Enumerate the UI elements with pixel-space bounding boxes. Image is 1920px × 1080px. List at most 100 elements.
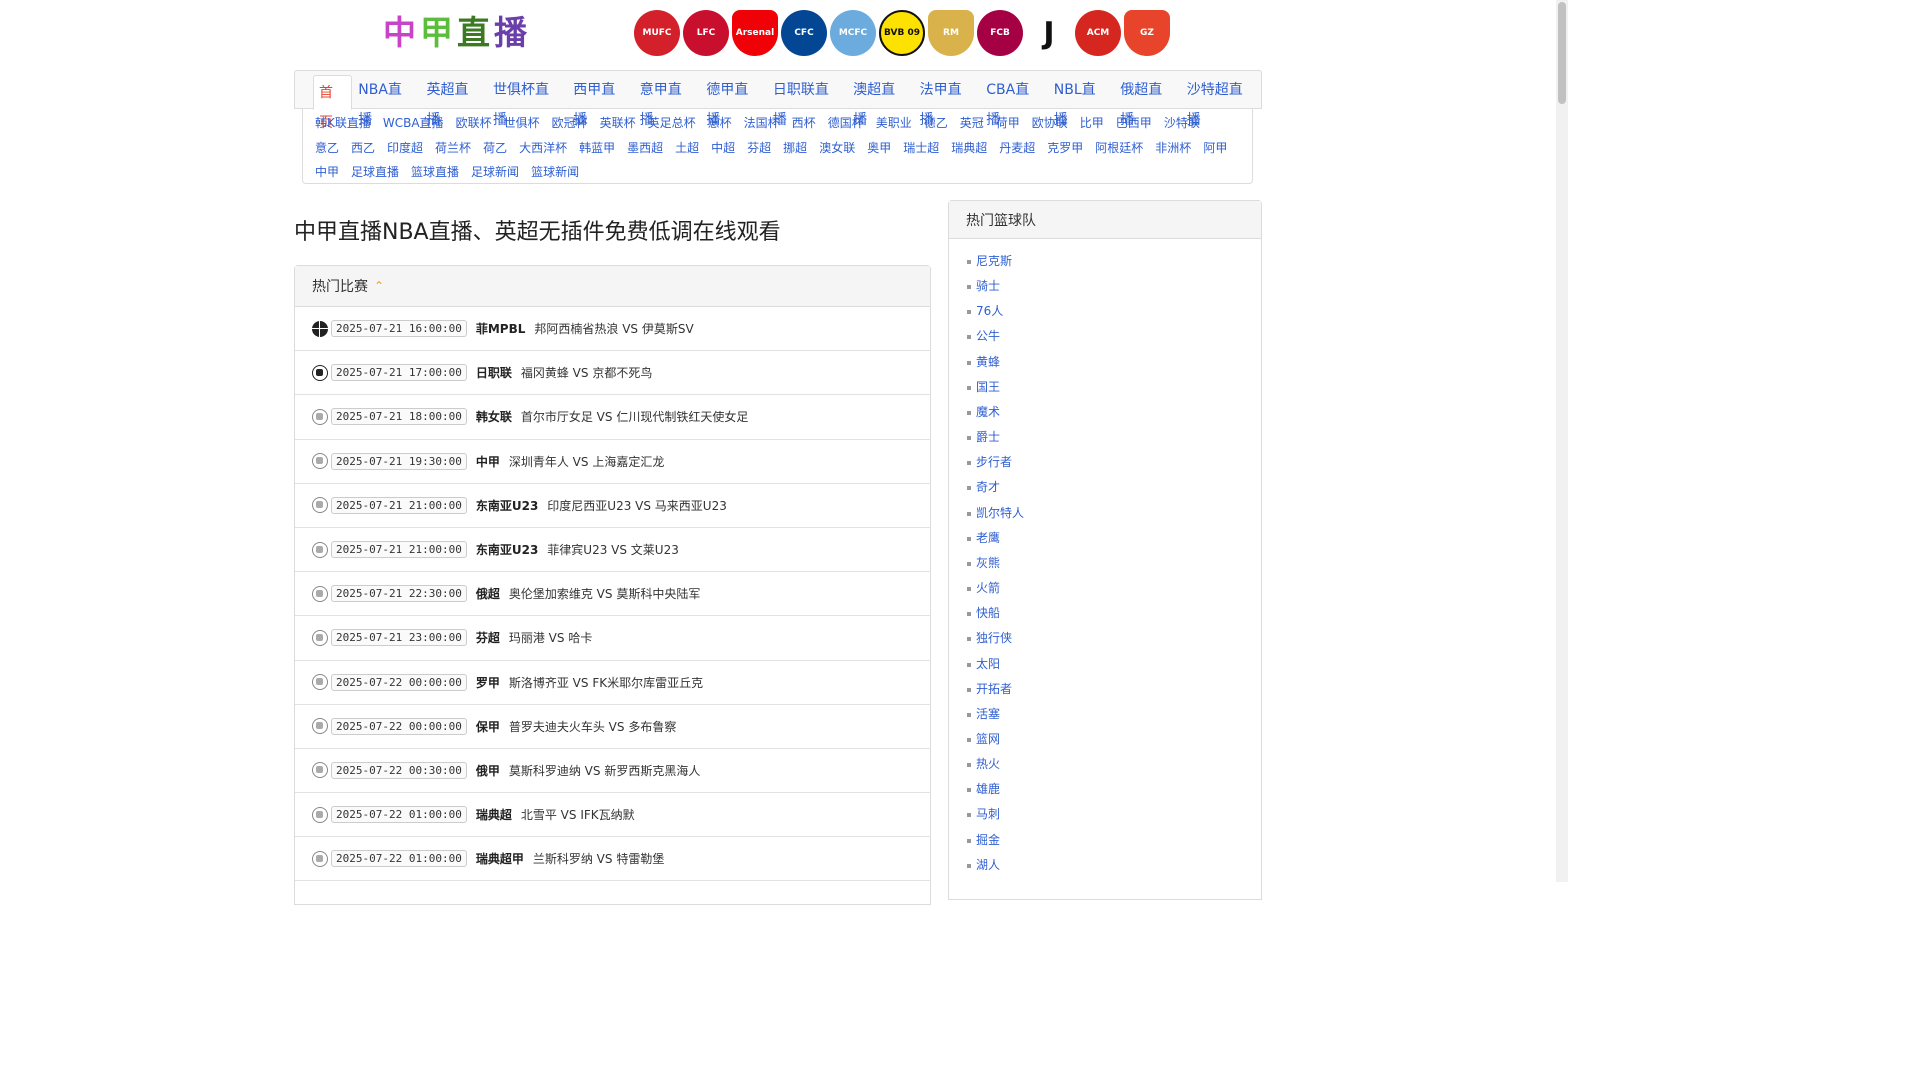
nav-sub-item[interactable]: 美职业 bbox=[876, 111, 912, 136]
nav-main-item[interactable]: 首页 bbox=[313, 75, 353, 131]
match-row[interactable]: 2025-07-22 00:30:00 俄甲 莫斯科罗迪纳 VS 新罗西斯克黑海人 bbox=[295, 749, 930, 794]
nav-main-item[interactable]: 英超直播 bbox=[420, 75, 487, 128]
nav-sub-item[interactable]: 巴西甲 bbox=[1116, 111, 1152, 136]
nav-sub-item[interactable]: 印度超 bbox=[387, 136, 423, 161]
nav-sub-item[interactable]: 土超 bbox=[675, 136, 699, 161]
nav-sub-item[interactable]: 篮球新闻 bbox=[531, 160, 579, 185]
match-teams[interactable]: 兰斯科罗纳 VS 特雷勒堡 bbox=[533, 850, 664, 867]
team-link[interactable]: 湖人 bbox=[967, 853, 1261, 878]
match-league[interactable]: 东南亚U23 bbox=[476, 541, 538, 558]
nav-sub-item[interactable]: 欧联杯 bbox=[456, 111, 492, 136]
match-teams[interactable]: 邦阿西楠省热浪 VS 伊莫斯SV bbox=[534, 320, 693, 337]
match-league[interactable]: 保甲 bbox=[476, 718, 500, 735]
team-link[interactable]: 独行侠 bbox=[967, 626, 1261, 651]
nav-sub-item[interactable]: 德国杯 bbox=[828, 111, 864, 136]
nav-sub-item[interactable]: 世俱杯 bbox=[504, 111, 540, 136]
match-league[interactable]: 俄甲 bbox=[476, 762, 500, 779]
team-link[interactable]: 尼克斯 bbox=[967, 249, 1261, 274]
manchester-city-crest[interactable]: MCFC bbox=[830, 10, 876, 56]
nav-sub-item[interactable]: 墨西超 bbox=[627, 136, 663, 161]
match-row[interactable]: 2025-07-21 22:30:00 俄超 奥伦堡加索维克 VS 莫斯科中央陆军 bbox=[295, 572, 930, 617]
nav-main-item[interactable]: NBA直播 bbox=[352, 75, 420, 128]
nav-sub-item[interactable]: 荷甲 bbox=[996, 111, 1020, 136]
match-row[interactable]: 2025-07-22 00:00:00 罗甲 斯洛博齐亚 VS FK米耶尔库雷亚丘克 bbox=[295, 661, 930, 705]
team-link[interactable]: 快船 bbox=[967, 601, 1261, 626]
nav-main-item[interactable]: 世俱杯直播 bbox=[487, 75, 567, 128]
team-link[interactable]: 国王 bbox=[967, 375, 1261, 400]
nav-sub-item[interactable]: 瑞士超 bbox=[903, 136, 939, 161]
site-logo[interactable]: 中 甲 直 播 bbox=[383, 12, 531, 54]
nav-main-item[interactable]: 法甲直播 bbox=[914, 75, 981, 128]
match-row[interactable]: 2025-07-21 21:00:00 东南亚U23 菲律宾U23 VS 文莱U23 bbox=[295, 528, 930, 573]
nav-sub-item[interactable]: 非洲杯 bbox=[1155, 136, 1191, 161]
nav-sub-item[interactable]: 英联杯 bbox=[600, 111, 636, 136]
guangzhou-crest[interactable]: GZ bbox=[1124, 10, 1170, 56]
match-teams[interactable]: 福冈黄蜂 VS 京都不死鸟 bbox=[521, 364, 652, 381]
barcelona-crest[interactable]: FCB bbox=[977, 10, 1023, 56]
match-teams[interactable]: 奥伦堡加索维克 VS 莫斯科中央陆军 bbox=[509, 585, 700, 602]
chelsea-crest[interactable]: CFC bbox=[781, 10, 827, 56]
team-link[interactable]: 开拓者 bbox=[967, 677, 1261, 702]
team-link[interactable]: 活塞 bbox=[967, 702, 1261, 727]
team-link[interactable]: 马刺 bbox=[967, 802, 1261, 827]
nav-sub-item[interactable]: 欧协联 bbox=[1032, 111, 1068, 136]
nav-sub-item[interactable]: 奥甲 bbox=[867, 136, 891, 161]
nav-sub-item[interactable]: 意杯 bbox=[708, 111, 732, 136]
match-row[interactable]: 2025-07-21 21:00:00 东南亚U23 印度尼西亚U23 VS 马来西… bbox=[295, 484, 930, 528]
nav-main-item[interactable]: 俄超直播 bbox=[1114, 75, 1181, 128]
match-league[interactable]: 菲MPBL bbox=[476, 320, 526, 337]
juventus-crest[interactable]: J bbox=[1026, 10, 1072, 56]
nav-sub-item[interactable]: 韩蓝甲 bbox=[579, 136, 615, 161]
nav-sub-item[interactable]: 英足总杯 bbox=[648, 111, 696, 136]
nav-sub-item[interactable]: WCBA直播 bbox=[383, 111, 444, 136]
scrollbar-thumb[interactable] bbox=[1558, 2, 1566, 104]
match-row[interactable]: 2025-07-21 16:00:00 菲MPBL 邦阿西楠省热浪 VS 伊莫斯SV bbox=[295, 307, 930, 352]
team-link[interactable]: 火箭 bbox=[967, 576, 1261, 601]
nav-main-item[interactable]: 德甲直播 bbox=[700, 75, 767, 128]
nav-main-item[interactable]: 日职联直播 bbox=[767, 75, 847, 128]
match-row[interactable]: 2025-07-21 19:30:00 中甲 深圳青年人 VS 上海嘉定汇龙 bbox=[295, 440, 930, 484]
page-scrollbar[interactable] bbox=[1556, 0, 1568, 882]
team-link[interactable]: 魔术 bbox=[967, 400, 1261, 425]
team-link[interactable]: 爵士 bbox=[967, 425, 1261, 450]
match-teams[interactable]: 莫斯科罗迪纳 VS 新罗西斯克黑海人 bbox=[509, 762, 700, 779]
nav-sub-item[interactable]: 瑞典超 bbox=[951, 136, 987, 161]
match-row[interactable]: 2025-07-22 01:00:00 瑞典超甲 兰斯科罗纳 VS 特雷勒堡 bbox=[295, 837, 930, 882]
nav-sub-item[interactable]: 德乙 bbox=[924, 111, 948, 136]
nav-sub-item[interactable]: 阿根廷杯 bbox=[1095, 136, 1143, 161]
team-link[interactable]: 老鹰 bbox=[967, 526, 1261, 551]
nav-sub-item[interactable]: 中甲 bbox=[315, 160, 339, 185]
team-link[interactable]: 凯尔特人 bbox=[967, 501, 1261, 526]
real-madrid-crest[interactable]: RM bbox=[928, 10, 974, 56]
match-league[interactable]: 中甲 bbox=[476, 453, 500, 470]
nav-sub-item[interactable]: 阿甲 bbox=[1203, 136, 1227, 161]
nav-sub-item[interactable]: 韩K联直播 bbox=[315, 111, 371, 136]
nav-sub-item[interactable]: 西杯 bbox=[792, 111, 816, 136]
nav-sub-item[interactable]: 克罗甲 bbox=[1047, 136, 1083, 161]
manchester-united-crest[interactable]: MUFC bbox=[634, 10, 680, 56]
nav-main-item[interactable]: 澳超直播 bbox=[847, 75, 914, 128]
arsenal-crest[interactable]: Arsenal bbox=[732, 10, 778, 56]
nav-sub-item[interactable]: 足球新闻 bbox=[471, 160, 519, 185]
nav-main-item[interactable]: 西甲直播 bbox=[567, 75, 634, 128]
match-teams[interactable]: 斯洛博齐亚 VS FK米耶尔库雷亚丘克 bbox=[509, 674, 703, 691]
nav-sub-item[interactable]: 荷乙 bbox=[483, 136, 507, 161]
nav-sub-item[interactable]: 芬超 bbox=[747, 136, 771, 161]
match-league[interactable]: 瑞典超甲 bbox=[476, 850, 524, 867]
match-league[interactable]: 俄超 bbox=[476, 585, 500, 602]
match-league[interactable]: 东南亚U23 bbox=[476, 497, 538, 514]
chevron-up-icon[interactable]: ⌃ bbox=[374, 279, 384, 293]
match-league[interactable]: 日职联 bbox=[476, 364, 512, 381]
match-league[interactable]: 芬超 bbox=[476, 629, 500, 646]
nav-main-item[interactable]: 意甲直播 bbox=[634, 75, 701, 128]
match-teams[interactable]: 深圳青年人 VS 上海嘉定汇龙 bbox=[509, 453, 664, 470]
team-link[interactable]: 掘金 bbox=[967, 828, 1261, 853]
match-league[interactable]: 韩女联 bbox=[476, 408, 512, 425]
nav-main-item[interactable]: CBA直播 bbox=[980, 75, 1048, 128]
team-link[interactable]: 公牛 bbox=[967, 324, 1261, 349]
liverpool-crest[interactable]: LFC bbox=[683, 10, 729, 56]
match-row[interactable]: 2025-07-22 00:00:00 保甲 普罗夫迪夫火车头 VS 多布鲁察 bbox=[295, 705, 930, 749]
match-row[interactable]: 2025-07-21 17:00:00 日职联 福冈黄蜂 VS 京都不死鸟 bbox=[295, 351, 930, 396]
dortmund-crest[interactable]: BVB 09 bbox=[879, 10, 925, 56]
match-teams[interactable]: 菲律宾U23 VS 文莱U23 bbox=[547, 541, 679, 558]
